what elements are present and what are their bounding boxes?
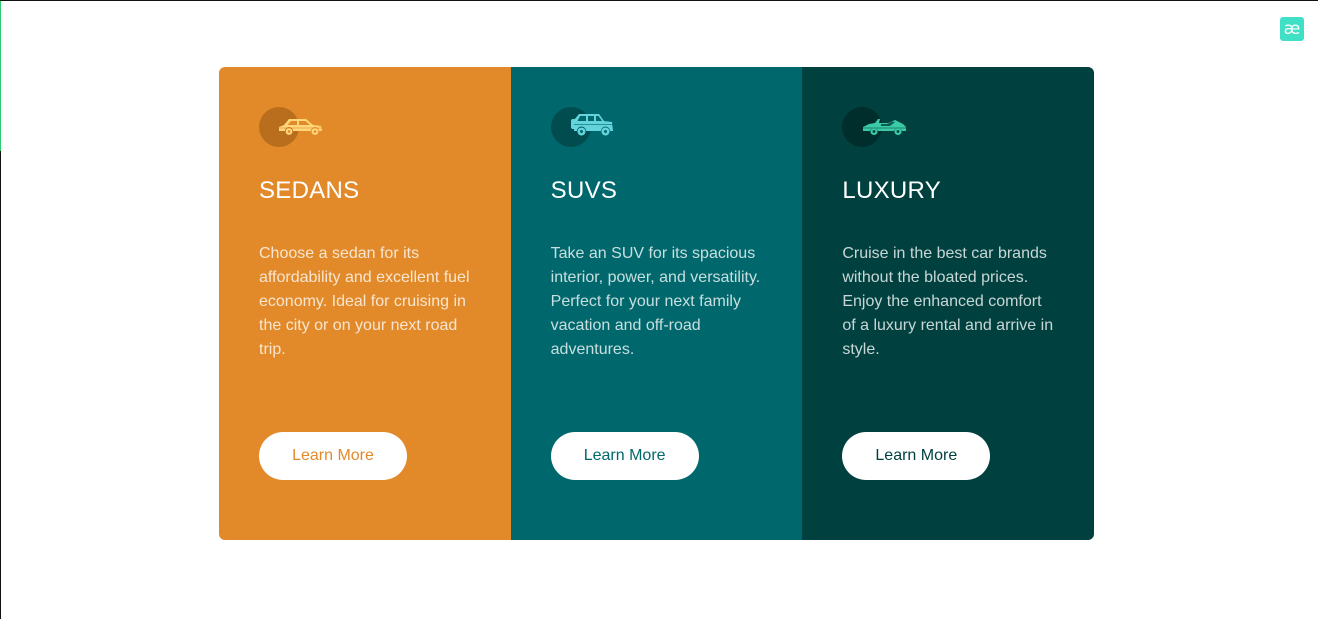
learn-more-button-suvs[interactable]: Learn More [550, 432, 699, 480]
card-suvs: SUVS Take an SUV for its spacious interi… [510, 67, 803, 540]
card-description: Choose a sedan for its affordability and… [259, 245, 470, 358]
card-title: SUVS [550, 177, 618, 204]
luxury-car-svg [863, 119, 907, 136]
card-sedans: SEDANS Choose a sedan for its affordabil… [219, 67, 511, 540]
luxury-car-icon [842, 107, 907, 147]
card-description: Take an SUV for its spacious interior, p… [550, 245, 761, 358]
card-title: LUXURY [842, 177, 942, 204]
card-title: SEDANS [259, 177, 360, 204]
car-category-cards: SEDANS Choose a sedan for its affordabil… [219, 67, 1094, 540]
frame-accent [0, 1, 1, 151]
learn-more-button-luxury[interactable]: Learn More [842, 432, 991, 480]
sedan-car-svg [279, 119, 322, 135]
card-luxury: LUXURY Cruise in the best car brands wit… [802, 67, 1094, 540]
card-description: Cruise in the best car brands without th… [842, 245, 1054, 358]
sedan-car-icon [259, 107, 323, 147]
suv-car-svg [570, 114, 613, 136]
corner-logo-icon[interactable]: æ [1280, 17, 1304, 41]
learn-more-button-sedans[interactable]: Learn More [259, 432, 407, 480]
suv-car-icon [550, 107, 615, 147]
